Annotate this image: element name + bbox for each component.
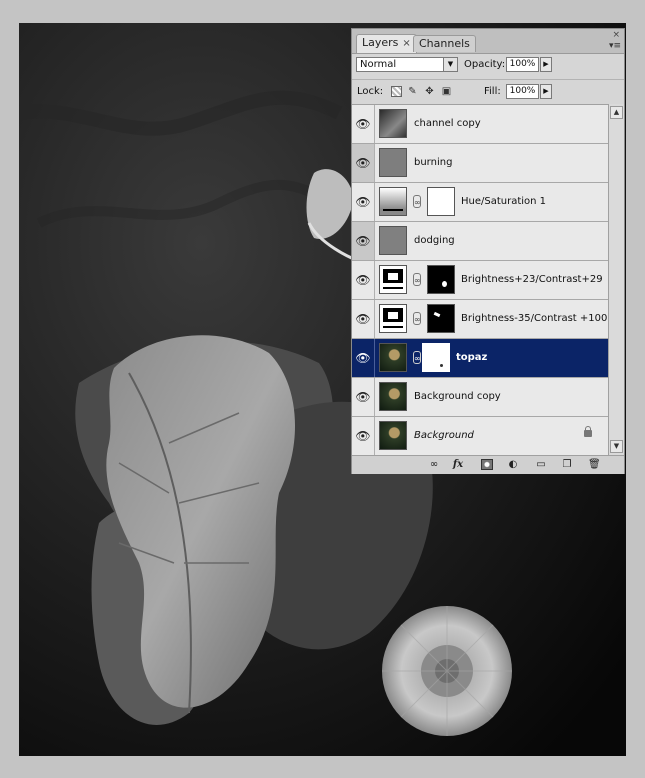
tab-channels-label: Channels (419, 37, 470, 50)
layer-name: Brightness+23/Contrast+29 (461, 274, 603, 285)
layer-row[interactable]: 👁 Background (352, 417, 608, 456)
layer-row-selected[interactable]: 👁 ∞ topaz (352, 339, 608, 378)
lock-position-icon[interactable]: ✥ (424, 86, 435, 97)
lock-transparent-icon[interactable] (391, 86, 402, 97)
layer-row[interactable]: 👁 ∞ Brightness-35/Contrast +100 (352, 300, 608, 339)
tab-layers-label: Layers (362, 36, 399, 49)
layers-panel: Layers × Channels × ▾≡ Normal ▼ Opacity: … (351, 28, 625, 474)
adjustment-layer-icon[interactable]: ◐ (507, 459, 519, 470)
visibility-eye-icon[interactable]: 👁 (352, 105, 375, 143)
layer-row[interactable]: 👁 ∞ Hue/Saturation 1 (352, 183, 608, 222)
layers-scrollbar[interactable]: ▲ ▼ (608, 104, 624, 455)
fill-field[interactable]: 100% (506, 84, 539, 99)
lock-fill-row: Lock: ✎ ✥ ▣ Fill: 100% ▶ (352, 79, 624, 104)
layer-name: Brightness-35/Contrast +100 (461, 313, 608, 324)
visibility-eye-icon[interactable]: 👁 (352, 261, 375, 299)
layer-row[interactable]: 👁 dodging (352, 222, 608, 261)
layers-list: 👁 channel copy 👁 burning 👁 ∞ Hue/Saturat… (352, 104, 608, 456)
add-mask-icon[interactable] (481, 459, 493, 470)
link-chain-icon[interactable]: ∞ (413, 312, 421, 325)
blend-mode-select[interactable]: Normal ▼ (356, 57, 458, 72)
layer-mask-thumbnail (427, 304, 455, 333)
layer-name: Hue/Saturation 1 (461, 196, 547, 207)
layer-thumbnail (379, 343, 407, 372)
visibility-eye-icon[interactable]: 👁 (352, 378, 375, 416)
opacity-label: Opacity: (464, 59, 506, 70)
link-layers-icon[interactable]: ∞ (428, 459, 440, 470)
layer-lock-icon (584, 426, 592, 437)
visibility-eye-icon[interactable]: 👁 (352, 222, 375, 260)
link-chain-icon[interactable]: ∞ (413, 195, 421, 208)
layers-bottom-toolbar: ∞ fx ◐ ▭ ❐ 🗑 (352, 455, 624, 474)
opacity-field[interactable]: 100% (506, 57, 539, 72)
tab-channels[interactable]: Channels (413, 35, 476, 52)
chevron-down-icon[interactable]: ▼ (443, 58, 457, 71)
opacity-arrow-icon[interactable]: ▶ (540, 57, 552, 72)
layer-mask-thumbnail (422, 343, 450, 372)
layer-name: Background copy (414, 391, 501, 402)
brightness-contrast-icon (379, 265, 407, 294)
scroll-up-icon[interactable]: ▲ (610, 106, 623, 119)
scroll-down-icon[interactable]: ▼ (610, 440, 623, 453)
panel-close-icon[interactable]: × (612, 30, 620, 40)
visibility-eye-icon[interactable]: 👁 (352, 183, 375, 221)
trash-icon[interactable]: 🗑 (588, 459, 601, 470)
layer-thumbnail (379, 421, 407, 450)
layer-thumbnail (379, 109, 407, 138)
layer-mask-thumbnail (427, 187, 455, 216)
lock-label: Lock: (357, 86, 384, 97)
hue-saturation-icon (379, 187, 407, 216)
link-chain-icon[interactable]: ∞ (413, 273, 421, 286)
fill-arrow-icon[interactable]: ▶ (540, 84, 552, 99)
new-layer-icon[interactable]: ❐ (561, 459, 573, 470)
lock-all-icon[interactable]: ▣ (441, 86, 452, 97)
layer-name: topaz (456, 352, 488, 363)
layer-row[interactable]: 👁 burning (352, 144, 608, 183)
layer-name: channel copy (414, 118, 481, 129)
layer-mask-thumbnail (427, 265, 455, 294)
new-group-icon[interactable]: ▭ (535, 459, 547, 470)
visibility-eye-icon[interactable]: 👁 (352, 144, 375, 182)
layer-name: Background (414, 430, 474, 441)
tab-layers[interactable]: Layers × (356, 34, 417, 53)
blend-opacity-row: Normal ▼ Opacity: 100% ▶ (352, 54, 624, 78)
visibility-eye-icon[interactable]: 👁 (352, 300, 375, 338)
blend-mode-value: Normal (360, 59, 397, 70)
layer-name: burning (414, 157, 453, 168)
tab-close-icon[interactable]: × (402, 38, 410, 49)
layer-row[interactable]: 👁 ∞ Brightness+23/Contrast+29 (352, 261, 608, 300)
layer-thumbnail (379, 226, 407, 255)
fill-label: Fill: (484, 86, 501, 97)
visibility-eye-icon[interactable]: 👁 (352, 339, 375, 377)
lock-paint-icon[interactable]: ✎ (407, 86, 418, 97)
panel-tab-bar: Layers × Channels × ▾≡ (352, 29, 624, 54)
layer-row[interactable]: 👁 channel copy (352, 105, 608, 144)
link-chain-icon[interactable]: ∞ (413, 351, 421, 364)
layer-row[interactable]: 👁 Background copy (352, 378, 608, 417)
visibility-eye-icon[interactable]: 👁 (352, 417, 375, 455)
layer-thumbnail (379, 382, 407, 411)
fx-icon[interactable]: fx (452, 459, 464, 470)
layer-name: dodging (414, 235, 455, 246)
panel-menu-icon[interactable]: ▾≡ (609, 41, 621, 51)
brightness-contrast-icon (379, 304, 407, 333)
layer-thumbnail (379, 148, 407, 177)
